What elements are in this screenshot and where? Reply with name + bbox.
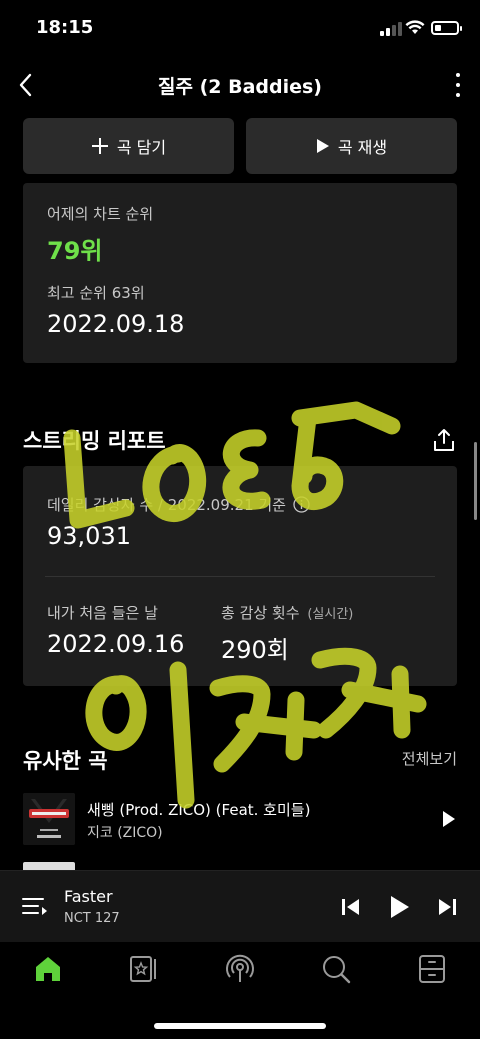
daily-listeners-row: 데일리 감상자 수 / 2022.09.21 기준 (47, 494, 310, 515)
back-icon[interactable] (12, 68, 42, 102)
best-rank-label: 최고 순위 63위 (47, 284, 145, 302)
yesterday-rank-label: 어제의 차트 순위 (47, 205, 154, 223)
storage-icon[interactable] (417, 954, 447, 984)
similar-songs-title: 유사한 곡 (23, 749, 108, 773)
share-icon[interactable] (431, 427, 457, 453)
best-rank-date: 2022.09.18 (47, 310, 185, 338)
status-bar: 18:15 (0, 0, 480, 56)
streaming-report-card: 데일리 감상자 수 / 2022.09.21 기준 93,031 내가 처음 들… (23, 466, 457, 686)
home-icon[interactable] (33, 954, 63, 984)
track-title: 새삥 (Prod. ZICO) (Feat. 호미들) (87, 801, 311, 819)
page-title: 질주 (2 Baddies) (158, 76, 322, 98)
yesterday-rank-value: 79위 (47, 237, 103, 265)
add-song-button[interactable]: 곡 담기 (23, 118, 234, 174)
first-listen-label: 내가 처음 들은 날 (47, 604, 158, 622)
play-icon[interactable] (385, 893, 413, 921)
queue-icon[interactable] (22, 895, 48, 919)
plus-icon (91, 137, 109, 155)
next-icon[interactable] (433, 893, 461, 921)
play-song-label: 곡 재생 (337, 138, 388, 157)
podcast-icon[interactable] (225, 954, 255, 984)
battery-icon (431, 21, 462, 35)
home-indicator[interactable] (154, 1023, 326, 1029)
play-song-button[interactable]: 곡 재생 (246, 118, 457, 174)
search-icon[interactable] (321, 954, 351, 984)
total-plays-label-row: 총 감상 횟수 (실시간) (221, 602, 353, 623)
now-playing-title: Faster (64, 887, 113, 906)
battery-level (435, 25, 441, 31)
list-item[interactable]: 새삥 (Prod. ZICO) (Feat. 호미들) 지코 (ZICO) (23, 793, 457, 845)
streaming-report-title: 스트리밍 리포트 (23, 429, 166, 453)
first-listen-value: 2022.09.16 (47, 630, 185, 658)
library-icon[interactable] (129, 954, 159, 984)
total-plays-label: 총 감상 횟수 (221, 604, 300, 622)
play-icon[interactable] (441, 809, 457, 829)
daily-listeners-value: 93,031 (47, 522, 131, 550)
realtime-note: (실시간) (307, 607, 354, 622)
song-detail-screen: 18:15 질주 (2 Baddies) 곡 담기 곡 재생 어제의 차트 순위… (0, 0, 480, 1039)
chart-rank-card: 어제의 차트 순위 79위 최고 순위 63위 2022.09.18 (23, 183, 457, 363)
see-all-link[interactable]: 전체보기 (402, 748, 457, 769)
track-artist: 지코 (ZICO) (87, 825, 163, 841)
wifi-icon (405, 20, 425, 34)
daily-listeners-label: 데일리 감상자 수 / 2022.09.21 기준 (47, 496, 286, 514)
now-playing-artist: NCT 127 (64, 911, 120, 926)
add-song-label: 곡 담기 (116, 138, 167, 157)
signal-icon (380, 22, 402, 36)
total-plays-value: 290회 (221, 636, 289, 664)
scrollbar[interactable] (474, 442, 477, 520)
status-time: 18:15 (36, 17, 94, 38)
header: 질주 (2 Baddies) (0, 60, 480, 110)
divider (45, 576, 435, 577)
mini-player[interactable]: Faster NCT 127 (0, 870, 480, 942)
album-art (23, 793, 75, 845)
info-icon[interactable] (293, 496, 310, 513)
more-icon[interactable] (450, 70, 466, 100)
play-icon (316, 138, 330, 154)
previous-icon[interactable] (337, 893, 365, 921)
